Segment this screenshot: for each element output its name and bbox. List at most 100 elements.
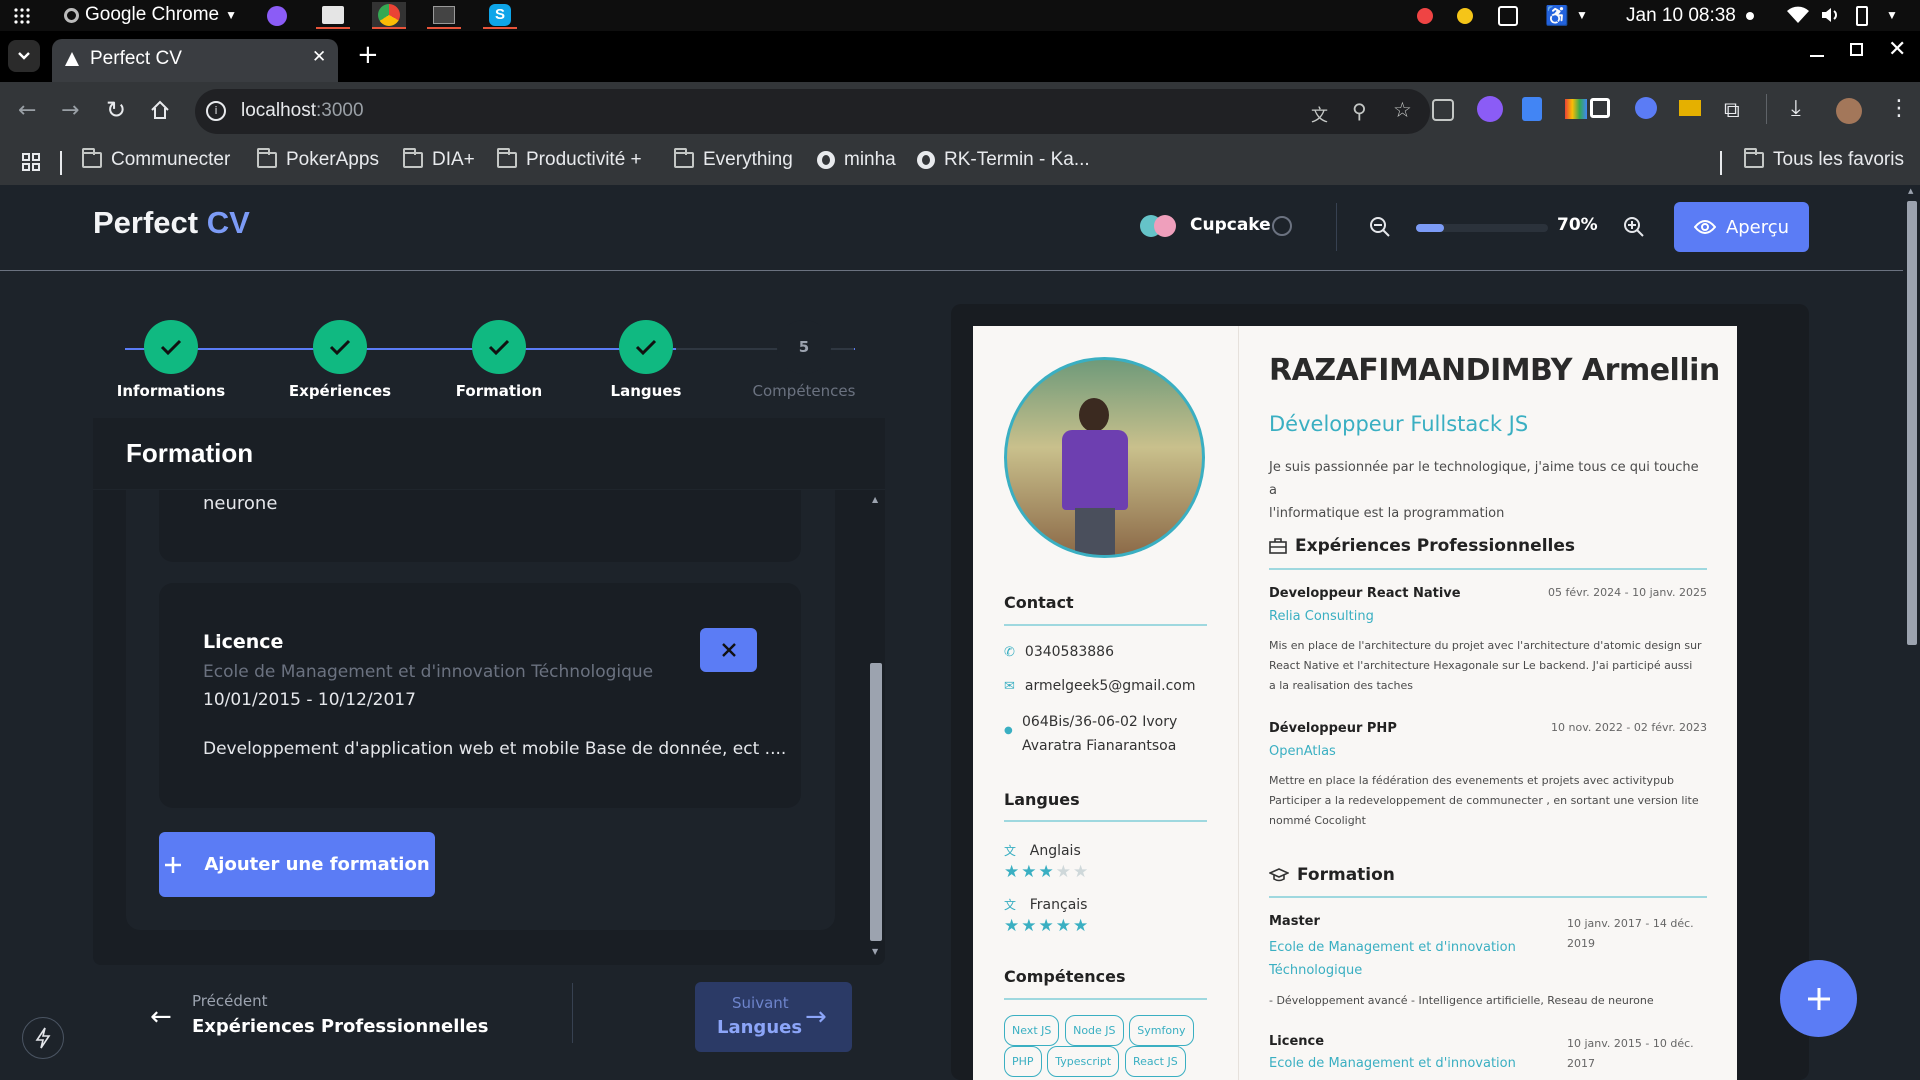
files-app-icon[interactable] (316, 2, 350, 29)
step-langues[interactable] (619, 320, 673, 374)
url-text[interactable]: localhost:3000 (241, 100, 364, 122)
location-pin-icon: ● (1004, 725, 1013, 736)
terminal-app-icon[interactable] (427, 2, 461, 29)
accessibility-icon[interactable]: ♿ (1545, 4, 1569, 28)
add-formation-button[interactable]: Ajouter une formation (159, 832, 435, 897)
check-icon (329, 339, 351, 356)
phone-icon: ✆ (1004, 644, 1015, 660)
step-competences[interactable]: 5 (777, 320, 831, 374)
profile-avatar[interactable] (1836, 98, 1862, 124)
tab-perfect-cv[interactable]: Perfect CV ✕ (52, 39, 338, 82)
screenshot-tray-icon[interactable] (1498, 6, 1518, 26)
clock[interactable]: Jan 10 08:38 (1626, 5, 1736, 27)
github-desktop-icon[interactable] (260, 2, 294, 29)
scroll-down-icon[interactable]: ▼ (872, 947, 878, 956)
translate-icon: 文 (1004, 844, 1017, 858)
wifi-icon[interactable] (1787, 6, 1809, 24)
zoom-out-icon[interactable] (1369, 216, 1391, 238)
language-item: 文 Français ★★★★★ (1004, 897, 1091, 936)
volume-icon[interactable] (1820, 6, 1840, 24)
chevron-down-icon[interactable]: ▼ (1576, 8, 1588, 22)
scroll-up-icon[interactable]: ▲ (872, 495, 878, 504)
bookmarks-divider (60, 151, 62, 175)
bookmark-star-icon[interactable]: ☆ (1393, 98, 1412, 122)
home-icon[interactable] (150, 100, 170, 120)
previous-step-button[interactable]: ← Précédent Expériences Professionnelles (140, 982, 560, 1052)
app-header: Perfect CV Cupcake 70% (0, 185, 1903, 271)
tab-search-icon[interactable] (8, 40, 40, 72)
extension-icon[interactable] (1635, 97, 1657, 119)
browser-menu-icon[interactable]: ⋮ (1888, 96, 1910, 121)
bookmark-folder[interactable]: PokerApps (257, 148, 379, 171)
extension-icon[interactable] (1590, 98, 1610, 118)
formation-entry: Licence Ecole de Management et d'innovat… (159, 583, 801, 808)
extension-icon[interactable] (1679, 100, 1701, 116)
extension-icon[interactable] (1477, 96, 1503, 122)
all-bookmarks-folder[interactable]: Tous les favoris (1744, 148, 1904, 171)
battery-icon[interactable] (1856, 6, 1868, 26)
close-tab-icon[interactable]: ✕ (312, 47, 326, 67)
extensions-puzzle-icon[interactable]: ⧉ (1724, 98, 1740, 123)
scroll-thumb[interactable] (1907, 201, 1917, 645)
step-informations[interactable] (144, 320, 198, 374)
extension-icon[interactable] (1565, 99, 1587, 119)
delete-entry-button[interactable] (700, 628, 757, 672)
bookmark-link[interactable]: minha (817, 149, 896, 171)
check-icon (488, 339, 510, 356)
bookmark-link[interactable]: RK-Termin - Ka... (917, 149, 1090, 171)
bookmarks-bar: Communecter PokerApps DIA+ Productivité … (0, 141, 1920, 185)
page-scrollbar[interactable]: ▲ (1904, 185, 1920, 1080)
chrome-app-icon[interactable] (372, 2, 406, 29)
zoom-page-icon[interactable]: ⚲ (1352, 99, 1367, 123)
skill-tag: Next JS (1004, 1015, 1060, 1046)
palette-icon[interactable] (1272, 216, 1292, 236)
address-bar[interactable]: i localhost:3000 文 ⚲ ☆ (195, 89, 1430, 134)
bookmark-folder[interactable]: DIA+ (403, 148, 475, 171)
cv-summary: Je suis passionnée par le technologique,… (1269, 460, 1699, 521)
zoom-in-icon[interactable] (1623, 216, 1645, 238)
restore-window-icon[interactable] (1850, 43, 1863, 56)
folder-icon (82, 148, 102, 168)
reload-icon[interactable]: ↻ (106, 96, 126, 124)
apps-grid-icon[interactable] (22, 153, 40, 171)
extension-icon[interactable] (1522, 97, 1542, 121)
scroll-up-icon[interactable]: ▲ (1908, 187, 1913, 195)
active-app-menu[interactable]: Google Chrome ▼ (64, 4, 237, 26)
theme-name[interactable]: Cupcake (1190, 215, 1271, 235)
bookmark-folder[interactable]: Communecter (82, 148, 230, 171)
next-step-button[interactable]: Suivant Langues → (695, 982, 852, 1052)
form-scrollbar[interactable]: ▲ ▼ (870, 495, 882, 957)
step-formation[interactable] (472, 320, 526, 374)
scroll-thumb[interactable] (870, 663, 882, 941)
entry-dates: 10/01/2015 - 10/12/2017 (203, 690, 416, 710)
preview-button[interactable]: Aperçu (1674, 202, 1809, 252)
chevron-down-icon[interactable]: ▼ (1886, 8, 1898, 22)
dev-tools-button[interactable] (22, 1017, 64, 1059)
forward-arrow-icon[interactable]: → (61, 98, 79, 123)
skype-app-icon[interactable]: S (483, 2, 517, 29)
step-label: Compétences (752, 382, 856, 400)
download-icon[interactable]: ⤓ (1791, 96, 1801, 121)
app-logo[interactable]: Perfect CV (93, 205, 250, 241)
step-experiences[interactable] (313, 320, 367, 374)
recording-indicator-icon[interactable] (1417, 8, 1433, 24)
rating-stars: ★★★★★ (1004, 862, 1091, 882)
bookmark-folder[interactable]: Everything (674, 148, 793, 171)
add-section-fab[interactable] (1780, 960, 1857, 1037)
app-grid-icon[interactable] (12, 6, 32, 26)
check-icon (160, 339, 182, 356)
entry-description: Developpement d'application web et mobil… (203, 739, 787, 759)
extension-icon[interactable] (1432, 99, 1454, 121)
zoom-level: 70% (1557, 215, 1598, 235)
translate-icon[interactable]: 文 (1311, 101, 1328, 126)
close-window-icon[interactable]: ✕ (1888, 37, 1906, 62)
bookmark-folder[interactable]: Productivité + (497, 148, 642, 171)
site-info-icon[interactable]: i (206, 101, 226, 121)
back-arrow-icon[interactable]: ← (18, 98, 36, 123)
check-icon (635, 339, 657, 356)
new-tab-button[interactable]: + (357, 41, 379, 69)
minimize-window-icon[interactable] (1810, 55, 1824, 57)
tray-status-icon[interactable] (1457, 8, 1473, 24)
theme-swatch-icon[interactable] (1140, 215, 1180, 237)
chevron-down-icon: ▼ (225, 8, 238, 22)
